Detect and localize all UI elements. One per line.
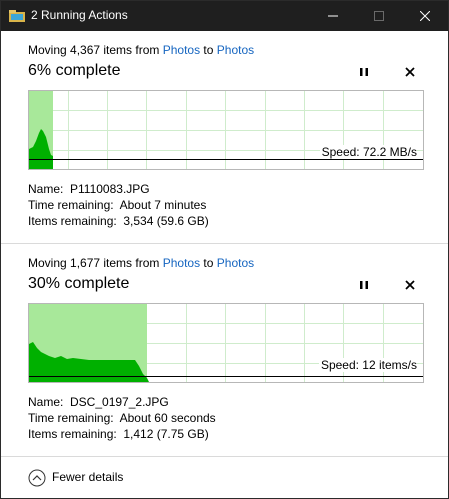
name-label: Name: [28, 395, 64, 409]
cancel-icon[interactable] [403, 278, 417, 292]
items-label: Items remaining: [28, 427, 117, 441]
cancel-icon[interactable] [403, 65, 417, 79]
time-remaining: About 7 minutes [119, 198, 207, 212]
minimize-button[interactable] [310, 1, 356, 31]
source-link[interactable]: Photos [163, 256, 200, 270]
moving-text: Moving 1,677 items from [28, 256, 163, 270]
items-row: Items remaining: 1,412 (7.75 GB) [28, 426, 216, 442]
name-label: Name: [28, 182, 64, 196]
destination-link[interactable]: Photos [217, 43, 254, 57]
speed-graph: Speed: 12 items/s [28, 303, 424, 383]
items-row: Items remaining: 3,534 (59.6 GB) [28, 213, 209, 229]
speed-label: Speed: 72.2 MB/s [319, 145, 417, 159]
minimize-icon [328, 15, 338, 17]
file-operation-dialog: 2 Running Actions Moving 4,367 items fro… [0, 0, 449, 499]
close-window-button[interactable] [402, 1, 448, 31]
file-name: DSC_0197_2.JPG [70, 395, 169, 409]
destination-link[interactable]: Photos [217, 256, 254, 270]
to-text: to [200, 256, 217, 270]
percent-complete: 30% complete [28, 275, 130, 292]
operation-description: Moving 1,677 items from Photos to Photos [28, 256, 254, 270]
pause-icon[interactable] [357, 278, 371, 292]
fewer-details-button[interactable]: Fewer details [52, 470, 123, 484]
chevron-up-circle-icon[interactable] [28, 469, 46, 487]
file-name: P1110083.JPG [70, 182, 150, 196]
dialog-footer: Fewer details [1, 456, 448, 499]
time-row: Time remaining: About 60 seconds [28, 410, 216, 426]
time-row: Time remaining: About 7 minutes [28, 197, 209, 213]
name-row: Name: DSC_0197_2.JPG [28, 394, 216, 410]
moving-text: Moving 4,367 items from [28, 43, 163, 57]
operation-2: Moving 1,677 items from Photos to Photos… [1, 243, 448, 456]
time-label: Time remaining: [28, 411, 114, 425]
time-label: Time remaining: [28, 198, 114, 212]
operation-1: Moving 4,367 items from Photos to Photos… [1, 31, 448, 243]
operation-details: Name: DSC_0197_2.JPG Time remaining: Abo… [28, 394, 216, 442]
window-title: 2 Running Actions [31, 8, 128, 22]
file-explorer-icon [9, 10, 25, 22]
time-remaining: About 60 seconds [119, 411, 216, 425]
maximize-icon [374, 11, 384, 21]
dialog-content: Moving 4,367 items from Photos to Photos… [1, 31, 448, 498]
close-icon [420, 11, 430, 21]
maximize-button[interactable] [356, 1, 402, 31]
operation-details: Name: P1110083.JPG Time remaining: About… [28, 181, 209, 229]
pause-icon[interactable] [357, 65, 371, 79]
items-label: Items remaining: [28, 214, 117, 228]
to-text: to [200, 43, 217, 57]
operation-description: Moving 4,367 items from Photos to Photos [28, 43, 254, 57]
title-bar[interactable]: 2 Running Actions [1, 1, 448, 31]
speed-graph: Speed: 72.2 MB/s [28, 90, 424, 170]
speed-label: Speed: 12 items/s [318, 358, 417, 372]
source-link[interactable]: Photos [163, 43, 200, 57]
name-row: Name: P1110083.JPG [28, 181, 209, 197]
percent-complete: 6% complete [28, 62, 121, 79]
items-remaining: 1,412 (7.75 GB) [123, 427, 209, 441]
items-remaining: 3,534 (59.6 GB) [123, 214, 209, 228]
